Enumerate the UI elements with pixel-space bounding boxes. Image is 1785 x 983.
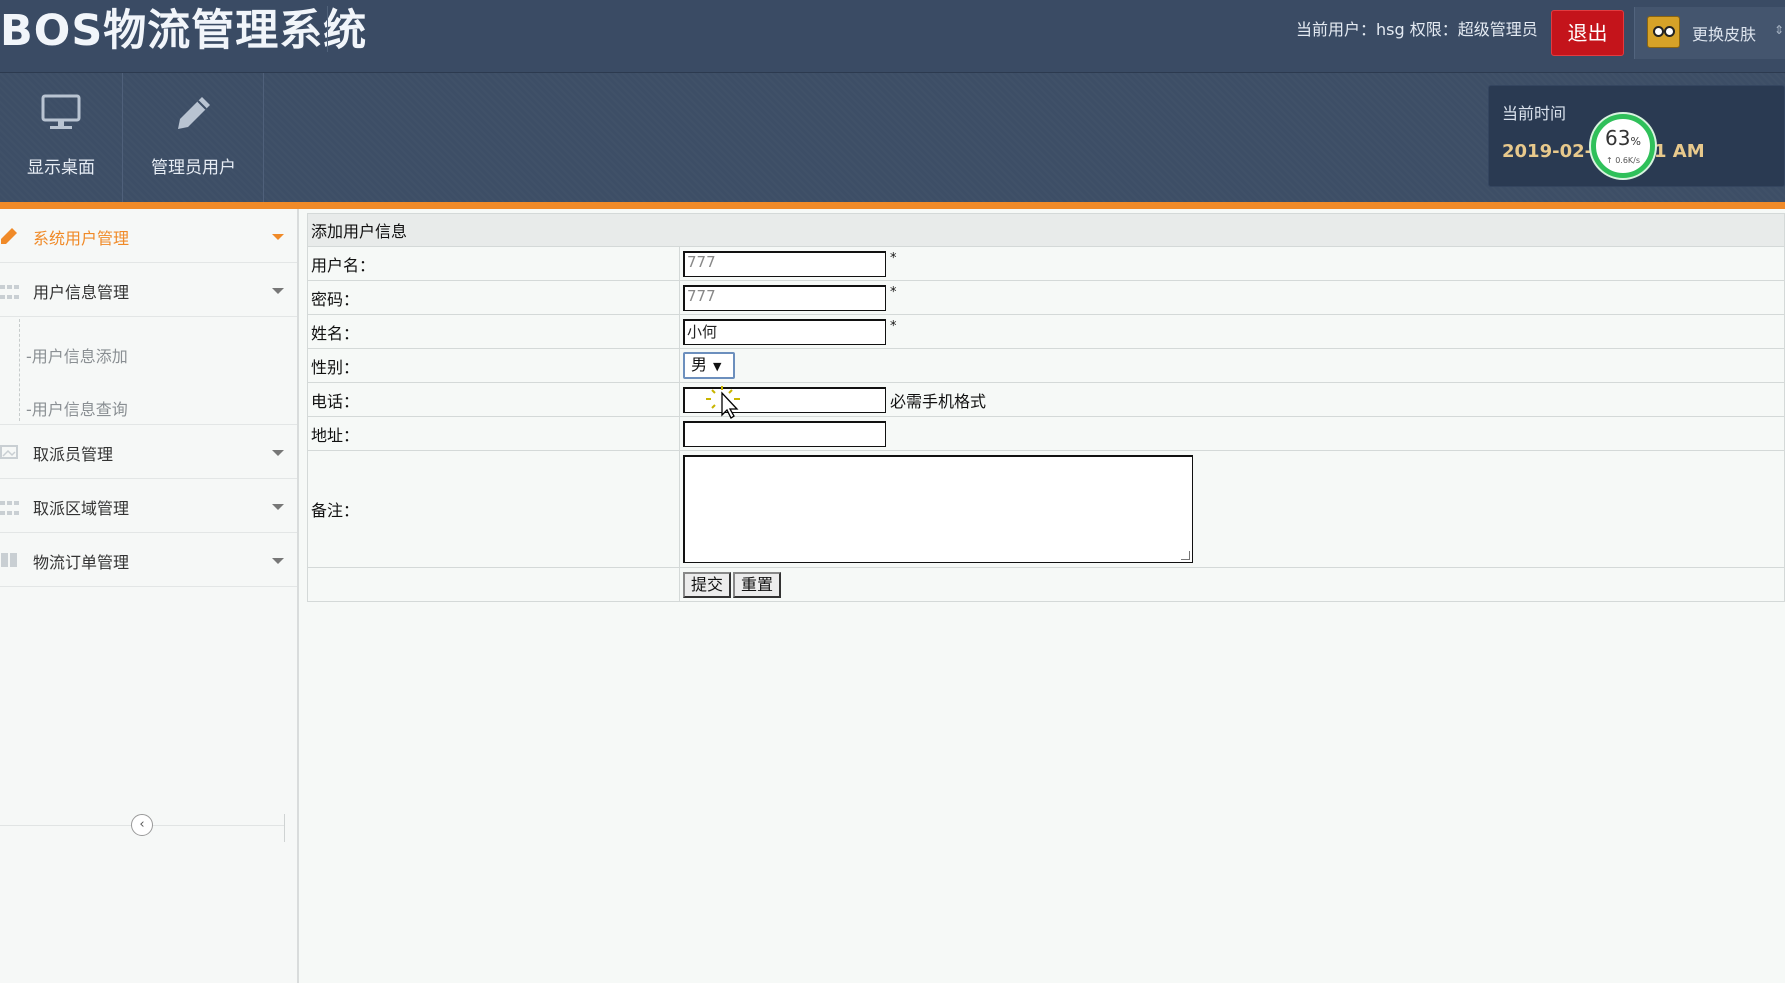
mouse-cursor-icon [706,386,740,419]
sidebar-item-label: 取派员管理 [33,445,114,464]
grid-icon [0,285,19,303]
name-label: 姓名： [307,314,680,349]
current-time-label: 当前时间 [1502,104,1567,123]
sidebar-item-label: 用户信息管理 [33,283,130,302]
chevron-down-icon [272,288,284,294]
admin-user-label: 管理员用户 [151,158,236,178]
gauge-speed: ↑ 0.6K/s [1605,156,1641,165]
form-title: 添加用户信息 [307,213,1785,247]
remark-textarea[interactable] [683,455,1193,563]
actions-label-cell [307,567,680,602]
sidebar-item-delivery-area[interactable]: 取派区域管理 [0,479,297,533]
collapse-tick [284,814,285,842]
sidebar-item-label: 取派区域管理 [33,499,130,518]
network-speed-gauge[interactable]: 63% ↑ 0.6K/s [1591,114,1655,178]
chevron-down-icon [272,450,284,456]
skin-dropdown-icon: ⇕ [1774,23,1785,37]
pencil-icon [177,97,210,129]
sidebar: 系统用户管理 用户信息管理 -用户信息添加 -用户信息查询 取派员管理 取派区域… [0,209,299,983]
sidebar-item-orders[interactable]: 物流订单管理 [0,533,297,587]
address-input[interactable] [683,420,886,447]
pencil-icon [1,228,17,244]
phone-label: 电话： [307,382,680,417]
admin-user-button[interactable]: 管理员用户 [124,73,264,202]
columns-icon [1,553,17,567]
toolbar: 显示桌面 管理员用户 当前时间 2019-02-28 1 AM 63% ↑ 0.… [0,73,1785,202]
submit-button[interactable]: 提交 [683,571,732,598]
address-label: 地址： [307,416,680,451]
sidebar-item-courier[interactable]: 取派员管理 [0,425,297,479]
submenu-item-user-add[interactable]: -用户信息添加 [26,343,128,367]
logout-button[interactable]: 退出 [1551,10,1624,56]
current-time-suffix: 1 AM [1654,141,1705,162]
sidebar-item-label: 系统用户管理 [33,229,130,248]
username-label: 用户名： [307,246,680,281]
skin-avatar-icon [1647,16,1680,48]
remark-label: 备注： [307,450,680,568]
tree-line [19,319,20,421]
reset-button[interactable]: 重置 [733,571,782,598]
password-label: 密码： [307,280,680,315]
collapse-sidebar-icon[interactable]: ‹ [131,814,153,836]
chevron-down-icon [272,234,284,240]
current-user-info: 当前用户：hsg 权限：超级管理员 [1296,20,1538,39]
sidebar-item-system-users[interactable]: 系统用户管理 [0,209,297,263]
image-icon [0,445,18,459]
submenu-item-user-query[interactable]: -用户信息查询 [26,396,128,420]
change-skin-button[interactable]: 更换皮肤 ⇕ [1634,7,1785,59]
name-input[interactable]: 小何 [683,318,886,345]
gauge-value: 63% [1605,126,1641,150]
required-mark: * [890,284,897,300]
sidebar-item-label: 物流订单管理 [33,553,130,572]
required-mark: * [890,318,897,334]
dropdown-arrow-icon: ▼ [713,360,722,373]
add-user-form: 添加用户信息 用户名： 777 * 密码： 777 * 姓名： 小何 * 性别： 男 ▼… [307,213,1785,602]
phone-format-hint: 必需手机格式 [890,391,987,411]
monitor-icon [41,94,81,129]
chevron-down-icon [272,504,284,510]
app-title: BOS物流管理系统 [0,6,368,56]
current-time-panel: 当前时间 2019-02-28 1 AM 63% ↑ 0.6K/s [1488,85,1785,187]
password-input[interactable]: 777 [683,284,886,311]
accent-divider [0,202,1785,209]
show-desktop-label: 显示桌面 [27,158,95,178]
change-skin-label: 更换皮肤 [1692,25,1757,44]
chevron-down-icon [272,558,284,564]
gender-select[interactable]: 男 ▼ [683,352,735,379]
gender-selected-value: 男 [691,355,708,374]
show-desktop-button[interactable]: 显示桌面 [0,73,123,202]
required-mark: * [890,250,897,266]
sidebar-item-user-info[interactable]: 用户信息管理 [0,263,297,317]
title-divider [327,6,328,52]
top-header: BOS物流管理系统 当前用户：hsg 权限：超级管理员 退出 更换皮肤 ⇕ [0,0,1785,73]
username-input[interactable]: 777 [683,250,886,277]
gender-label: 性别： [307,348,680,383]
grid-icon [0,501,19,519]
user-info-submenu: -用户信息添加 -用户信息查询 [0,317,297,425]
